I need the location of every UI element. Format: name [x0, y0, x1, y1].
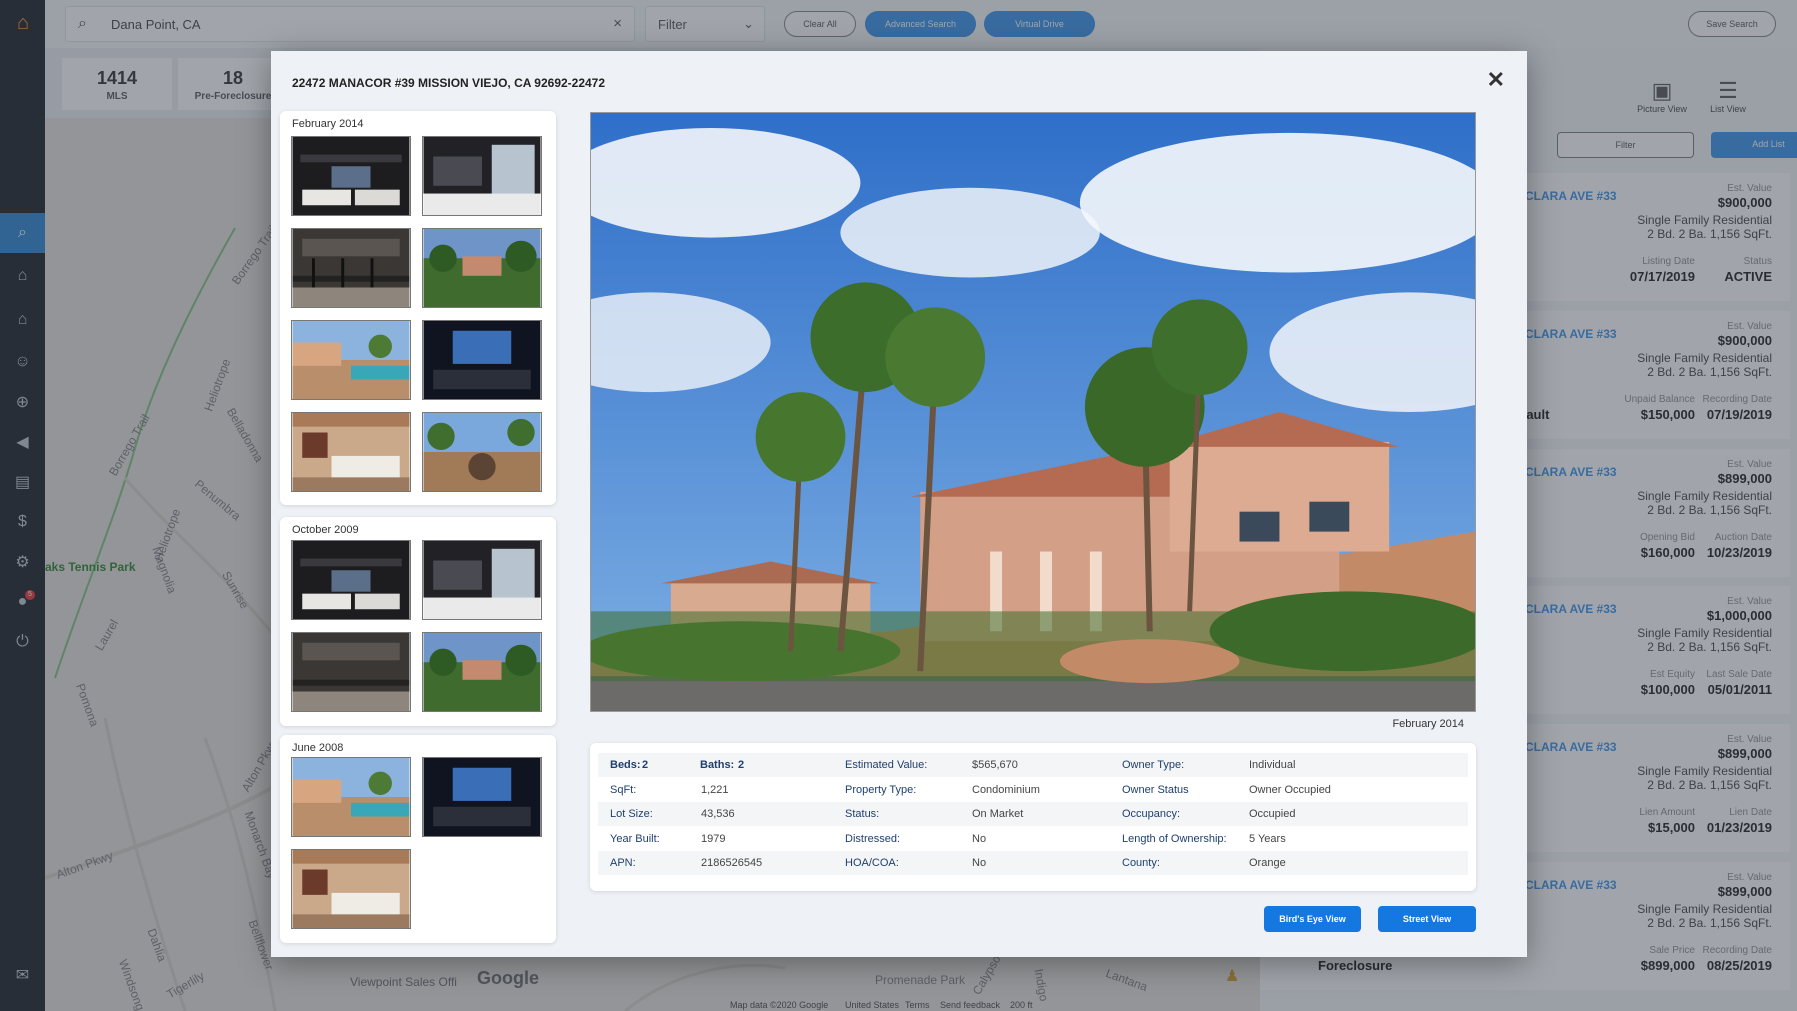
apn-value: 2186526545 — [701, 857, 763, 869]
sqft-value: 1,221 — [701, 784, 729, 796]
photo-thumbnail[interactable] — [422, 228, 542, 308]
sqft-label: SqFt: — [610, 784, 637, 796]
ownership-length-value: 5 Years — [1249, 833, 1286, 845]
gallery-group-feb-2014: February 2014 — [280, 111, 556, 505]
photo-thumbnail[interactable] — [291, 849, 411, 929]
property-type-value: Condominium — [972, 784, 1040, 796]
details-row: Beds: 2 Baths: 2 Estimated Value: $565,6… — [598, 753, 1468, 777]
photo-date-caption: February 2014 — [1392, 718, 1464, 730]
owner-type-value: Individual — [1249, 759, 1296, 771]
main-property-photo[interactable] — [590, 112, 1476, 712]
estimated-value-label: Estimated Value: — [845, 759, 928, 771]
owner-status-value: Owner Occupied — [1249, 784, 1331, 796]
details-row: Year Built: 1979 Distressed: No Length o… — [598, 827, 1468, 851]
photo-thumbnail[interactable] — [422, 136, 542, 216]
county-value: Orange — [1249, 857, 1286, 869]
photo-thumbnail[interactable] — [422, 757, 542, 837]
photo-thumbnail[interactable] — [291, 412, 411, 492]
birds-eye-view-button[interactable]: Bird's Eye View — [1264, 906, 1361, 932]
baths-label: Baths: — [700, 759, 735, 771]
gallery-date: June 2008 — [292, 742, 344, 754]
distressed-label: Distressed: — [845, 833, 901, 845]
year-built-label: Year Built: — [610, 833, 660, 845]
year-built-value: 1979 — [701, 833, 726, 845]
photo-thumbnail[interactable] — [291, 228, 411, 308]
gallery-date: February 2014 — [292, 118, 364, 130]
apn-label: APN: — [610, 857, 636, 869]
beds-label: Beds: — [610, 759, 641, 771]
owner-type-label: Owner Type: — [1122, 759, 1185, 771]
status-label: Status: — [845, 808, 880, 820]
lot-size-label: Lot Size: — [610, 808, 653, 820]
beds-value: 2 — [642, 759, 649, 771]
details-row: Lot Size: 43,536 Status: On Market Occup… — [598, 802, 1468, 826]
distressed-value: No — [972, 833, 987, 845]
modal-title: 22472 MANACOR #39 MISSION VIEJO, CA 9269… — [292, 76, 606, 90]
photo-thumbnail[interactable] — [291, 136, 411, 216]
photo-thumbnail[interactable] — [422, 632, 542, 712]
property-photo-modal: 22472 MANACOR #39 MISSION VIEJO, CA 9269… — [271, 51, 1527, 957]
details-row: APN: 2186526545 HOA/COA: No County: Oran… — [598, 851, 1468, 875]
photo-thumbnail[interactable] — [422, 540, 542, 620]
photo-thumbnail[interactable] — [291, 632, 411, 712]
gallery-date: October 2009 — [292, 524, 359, 536]
lot-size-value: 43,536 — [701, 808, 735, 820]
photo-thumbnail[interactable] — [291, 540, 411, 620]
gallery-group-oct-2009: October 2009 — [280, 517, 556, 726]
occupancy-value: Occupied — [1249, 808, 1296, 820]
status-value: On Market — [972, 808, 1024, 820]
close-icon[interactable]: ✕ — [1487, 67, 1505, 93]
county-label: County: — [1122, 857, 1160, 869]
photo-thumbnail[interactable] — [422, 412, 542, 492]
gallery-group-jun-2008: June 2008 — [280, 735, 556, 943]
estimated-value: $565,670 — [972, 759, 1018, 771]
occupancy-label: Occupancy: — [1122, 808, 1181, 820]
baths-value: 2 — [738, 759, 745, 771]
hoa-value: No — [972, 857, 987, 869]
property-details: Beds: 2 Baths: 2 Estimated Value: $565,6… — [590, 743, 1476, 891]
photo-thumbnail[interactable] — [422, 320, 542, 400]
ownership-length-label: Length of Ownership: — [1122, 833, 1227, 845]
photo-thumbnail[interactable] — [291, 320, 411, 400]
photo-thumbnail[interactable] — [291, 757, 411, 837]
hoa-label: HOA/COA: — [845, 857, 899, 869]
property-type-label: Property Type: — [845, 784, 917, 796]
details-row: SqFt: 1,221 Property Type: Condominium O… — [598, 778, 1468, 802]
street-view-button[interactable]: Street View — [1378, 906, 1476, 932]
owner-status-label: Owner Status — [1122, 784, 1189, 796]
